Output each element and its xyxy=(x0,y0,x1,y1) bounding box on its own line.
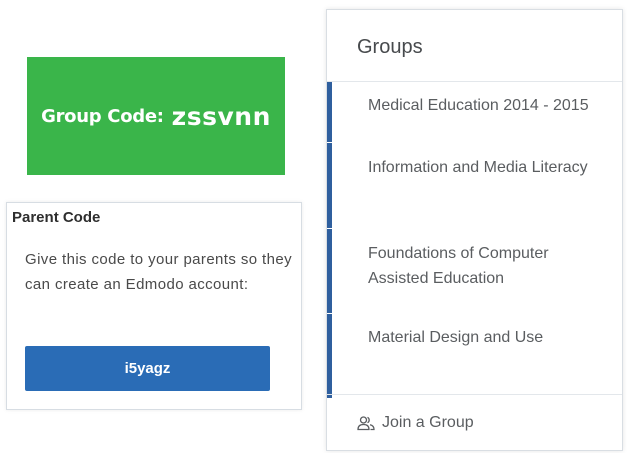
parent-code-title: Parent Code xyxy=(12,209,101,226)
group-item-label: Medical Education 2014 - 2015 xyxy=(368,97,589,114)
group-item-information-media-literacy[interactable]: Information and Media Literacy xyxy=(327,143,622,228)
parent-code-card: Parent Code Give this code to your paren… xyxy=(6,202,302,410)
users-icon xyxy=(357,415,375,431)
groups-list: Medical Education 2014 - 2015 Informatio… xyxy=(327,82,622,398)
join-group-link[interactable]: Join a Group xyxy=(327,394,622,451)
groups-header: Groups xyxy=(327,10,622,82)
parent-code-button[interactable]: i5yagz xyxy=(25,346,270,391)
group-code-label: Group Code: xyxy=(41,105,164,127)
group-item-label: Material Design and Use xyxy=(368,329,544,346)
groups-title: Groups xyxy=(357,36,423,58)
group-item-label: Information and Media Literacy xyxy=(368,159,588,176)
group-item-foundations-computer-assisted-education[interactable]: Foundations of Computer Assisted Educati… xyxy=(327,229,622,313)
group-code-banner: Group Code: zssvnn xyxy=(27,57,285,175)
group-item-medical-education[interactable]: Medical Education 2014 - 2015 xyxy=(327,82,622,142)
group-item-label: Foundations of Computer Assisted Educati… xyxy=(368,245,549,287)
group-code-value: zssvnn xyxy=(171,101,271,131)
groups-panel: Groups Medical Education 2014 - 2015 Inf… xyxy=(326,9,623,451)
join-group-label: Join a Group xyxy=(382,414,474,431)
parent-code-description: Give this code to your parents so they c… xyxy=(25,251,292,293)
group-item-material-design-use[interactable]: Material Design and Use xyxy=(327,314,622,398)
